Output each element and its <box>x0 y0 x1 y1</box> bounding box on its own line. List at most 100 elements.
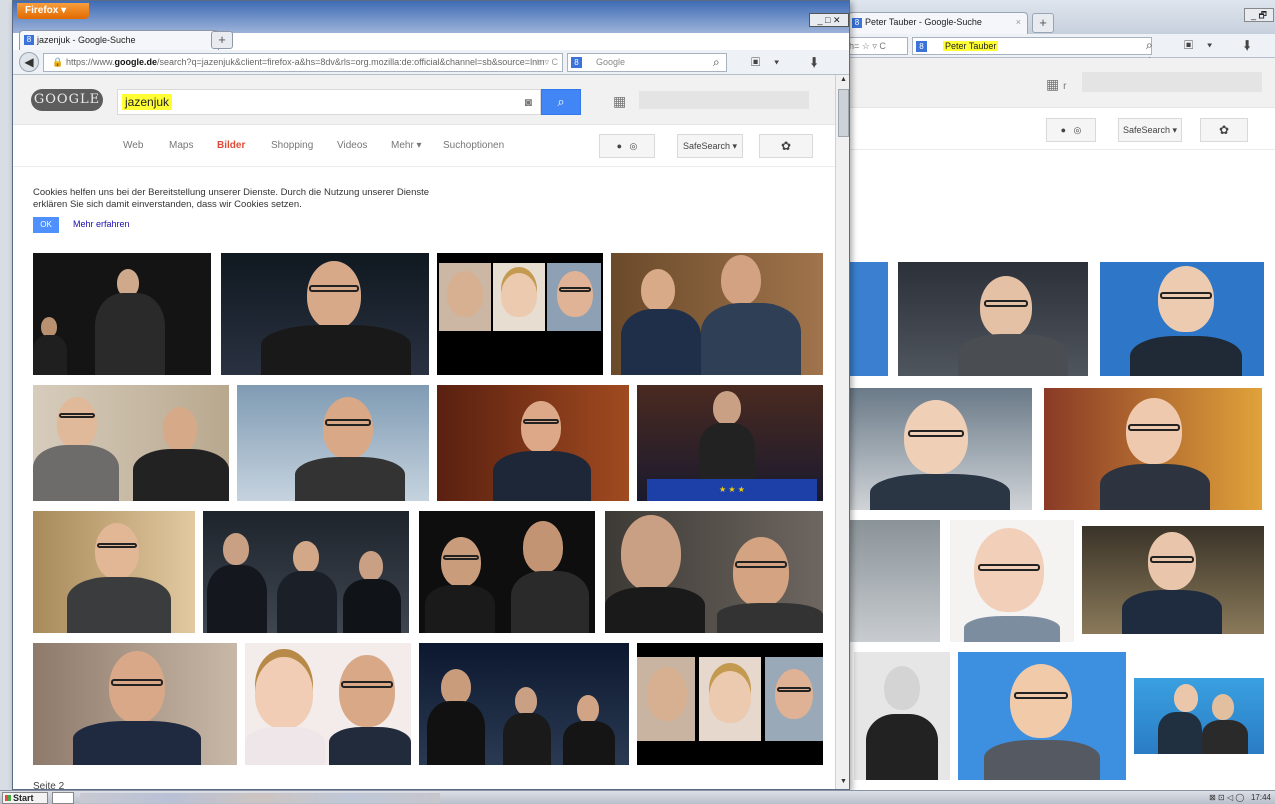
portrait-face <box>447 271 483 317</box>
window-controls[interactable]: _ □ ✕ <box>809 13 849 27</box>
new-tab-button[interactable]: + <box>1032 13 1054 33</box>
cookie-notice: Cookies helfen uns bei der Bereitstellun… <box>33 187 430 210</box>
portrait-body <box>605 587 705 633</box>
url-domain: google.de <box>114 57 158 67</box>
taskbar-items[interactable] <box>80 793 440 803</box>
person-toggle[interactable]: ● ◎ <box>599 134 655 158</box>
ok-button[interactable]: OK <box>33 217 59 233</box>
image-result[interactable] <box>419 511 595 633</box>
google-engine-icon: 8 <box>916 41 927 52</box>
search-button[interactable]: ⌕ <box>541 89 581 115</box>
tab-jazenjuk[interactable]: 8 jazenjuk - Google-Suche <box>19 30 219 50</box>
glasses <box>341 681 393 688</box>
apps-icon[interactable]: ▦ <box>613 93 626 110</box>
glasses <box>1128 424 1180 431</box>
google-logo[interactable]: GOOGLE <box>31 89 103 111</box>
image-result[interactable] <box>245 643 411 765</box>
image-result[interactable] <box>33 643 237 765</box>
image-result[interactable] <box>1044 388 1262 510</box>
taskbar-app-icon[interactable] <box>52 792 74 804</box>
account-area[interactable] <box>1082 72 1262 92</box>
portrait-body <box>73 721 201 765</box>
image-result[interactable] <box>637 643 823 765</box>
portrait-face <box>515 687 537 715</box>
image-result[interactable] <box>437 253 603 375</box>
mehr-erfahren-link[interactable]: Mehr erfahren <box>73 219 130 229</box>
safesearch-button[interactable]: SafeSearch ▾ <box>677 134 743 158</box>
image-result[interactable] <box>33 385 229 501</box>
glasses <box>309 285 359 292</box>
jazenjuk-window[interactable]: Firefox ▾ _ □ ✕ 8 jazenjuk - Google-Such… <box>12 0 850 790</box>
peter-tauber-window[interactable]: 8 Peter Tauber - Google-Suche × + _ 🗗 h=… <box>845 0 1275 790</box>
image-result[interactable] <box>950 520 1074 642</box>
portrait-body <box>1202 720 1248 754</box>
image-result[interactable] <box>33 511 195 633</box>
account-area[interactable] <box>639 91 809 109</box>
close-tab-icon[interactable]: × <box>1016 17 1021 27</box>
settings-button[interactable]: ✿ <box>1200 118 1248 142</box>
firefox-menu-button[interactable]: Firefox ▾ <box>17 3 89 19</box>
search-query: Peter Tauber <box>943 41 999 51</box>
tray-icons[interactable]: ⊠ ⊡ ◁ ◯ <box>1209 793 1244 802</box>
front-titlebar[interactable]: Firefox ▾ _ □ ✕ <box>13 1 849 33</box>
person-toggle[interactable]: ● ◎ <box>1046 118 1096 142</box>
scroll-thumb[interactable] <box>838 89 849 137</box>
tab-videos[interactable]: Videos <box>337 140 367 151</box>
portrait-face <box>523 521 563 573</box>
image-result[interactable] <box>846 262 888 376</box>
image-result[interactable] <box>33 253 211 375</box>
scroll-up-icon[interactable]: ▲ <box>837 76 849 88</box>
tab-maps[interactable]: Maps <box>169 140 193 151</box>
apps-icon[interactable]: ▦ r <box>1046 76 1066 93</box>
portrait-body <box>33 335 67 375</box>
image-result[interactable]: ★ ★ ★ <box>637 385 823 501</box>
portrait-face <box>1126 398 1182 464</box>
start-button[interactable]: Start <box>2 792 48 804</box>
portrait-body <box>67 577 171 633</box>
tab-web[interactable]: Web <box>123 140 143 151</box>
settings-button[interactable]: ✿ <box>759 134 813 158</box>
scroll-down-icon[interactable]: ▼ <box>837 778 849 789</box>
image-result[interactable] <box>1082 526 1264 634</box>
tab-bilder[interactable]: Bilder <box>217 140 245 151</box>
image-result[interactable] <box>221 253 429 375</box>
image-result[interactable] <box>854 652 950 780</box>
search-nav: Web Maps Bilder Shopping Videos Mehr ▾ S… <box>13 125 835 167</box>
image-result[interactable] <box>237 385 429 501</box>
safesearch-button[interactable]: SafeSearch ▾ <box>1118 118 1182 142</box>
back-titlebar[interactable]: 8 Peter Tauber - Google-Suche × + _ 🗗 <box>846 0 1275 34</box>
search-input[interactable]: jazenjuk ◙ <box>117 89 541 115</box>
portrait-face <box>721 255 761 305</box>
portrait-face <box>441 669 471 705</box>
portrait-face <box>163 407 197 451</box>
system-tray[interactable]: ⊠ ⊡ ◁ ◯ 17:44 <box>1171 792 1271 804</box>
image-result[interactable] <box>848 520 940 642</box>
bookmark-star-icon[interactable]: ☆ ▿ C <box>534 54 558 71</box>
image-result[interactable] <box>850 388 1032 510</box>
image-result[interactable] <box>958 652 1126 780</box>
window-controls[interactable]: _ 🗗 <box>1244 8 1274 22</box>
url-bar[interactable]: 🔒 https://www.google.de/search?q=jazenju… <box>43 53 563 72</box>
vertical-scrollbar[interactable]: ▲ ▼ <box>835 75 849 789</box>
browser-search-box[interactable]: 8 Google <box>567 53 727 72</box>
image-result[interactable] <box>605 511 823 633</box>
url-bar[interactable]: h= ☆ ▿ C <box>846 37 908 55</box>
image-result[interactable] <box>611 253 823 375</box>
suchoptionen-link[interactable]: Suchoptionen <box>443 140 504 151</box>
image-result[interactable] <box>419 643 629 765</box>
toolbar-icons[interactable]: ⌕ ▣▾ ⬇ ⌂ <box>713 55 849 70</box>
tab-peter-tauber[interactable]: 8 Peter Tauber - Google-Suche × <box>848 12 1028 34</box>
image-result[interactable] <box>203 511 409 633</box>
camera-icon[interactable]: ◙ <box>525 95 532 109</box>
back-arrow-icon[interactable]: ◀ <box>19 52 39 72</box>
new-tab-button[interactable]: + <box>211 31 233 49</box>
image-result[interactable] <box>898 262 1088 376</box>
image-result[interactable] <box>1100 262 1264 376</box>
tab-shopping[interactable]: Shopping <box>271 140 313 151</box>
image-panel <box>439 263 491 331</box>
image-result[interactable] <box>437 385 629 501</box>
tab-mehr[interactable]: Mehr ▾ <box>391 140 422 151</box>
browser-search-box[interactable]: 8 Peter Tauber <box>912 37 1152 55</box>
portrait-face <box>709 671 751 723</box>
image-result[interactable] <box>1134 678 1264 754</box>
